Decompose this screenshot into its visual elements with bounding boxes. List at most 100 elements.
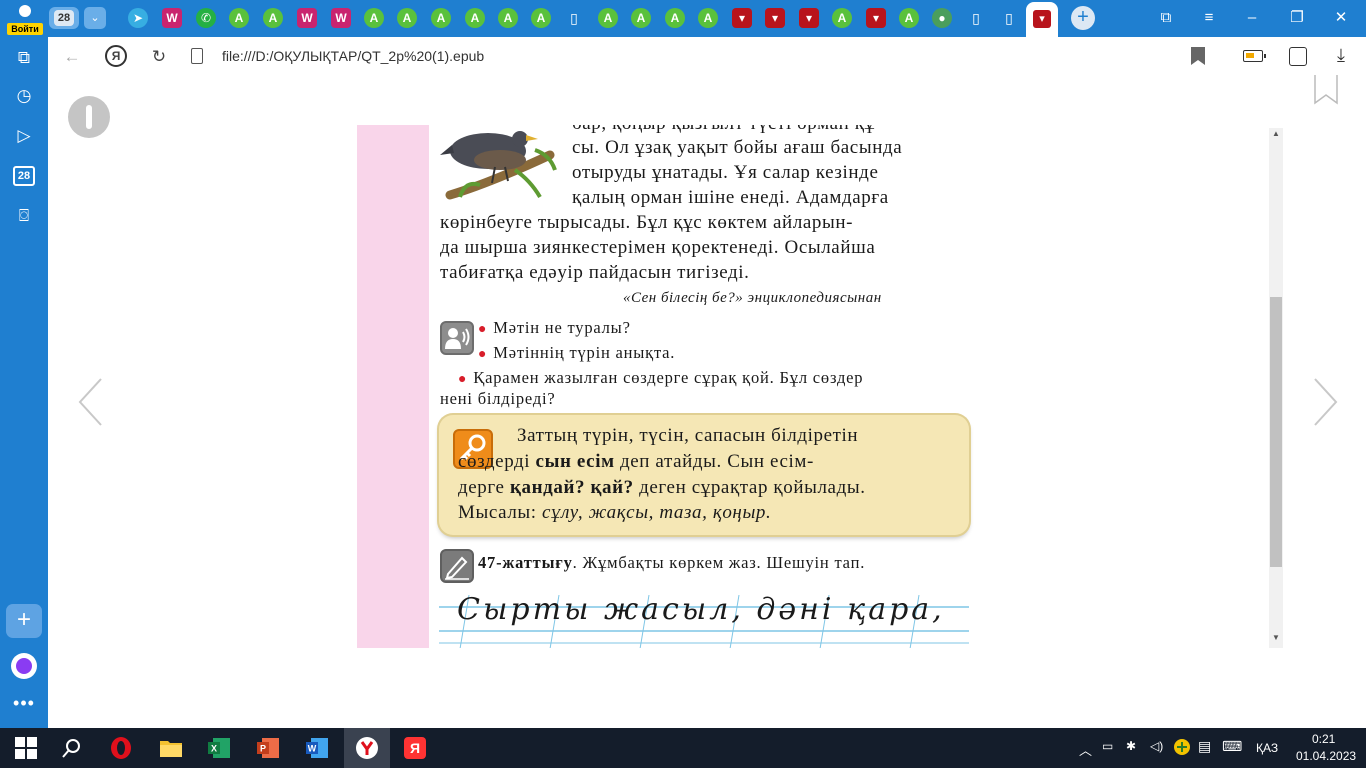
tab-active-epub[interactable]: ▾ [1026,2,1058,37]
globe-icon: ● [938,11,946,25]
close-window-button[interactable]: ✕ [1328,6,1354,30]
powerpoint-icon[interactable]: P [256,736,280,760]
paragraph-line: сы. Ол ұзақ уақыт бойы ағаш басында [572,137,903,158]
excel-icon[interactable]: X [207,736,231,760]
menu-icon[interactable]: ≡ [1196,6,1222,30]
extensions-icon[interactable] [1289,47,1307,66]
whatsapp-icon: ✆ [200,11,212,25]
tab-green-a[interactable]: A [531,8,551,28]
tab-green-a[interactable]: A [598,8,618,28]
restore-button[interactable]: ❐ [1284,6,1310,30]
reload-button[interactable]: ↻ [147,45,171,69]
tab-document[interactable]: ▯ [966,8,986,28]
security-tray-icon[interactable] [1173,738,1191,756]
word-icon[interactable]: W [305,736,329,760]
tab-pink-site[interactable]: W [297,8,317,28]
video-play-icon[interactable]: ▷ [12,124,36,148]
tab-red-reader[interactable]: ▾ [866,8,886,28]
minimize-button[interactable]: – [1239,6,1265,30]
keyboard-icon[interactable]: ⌨ [1222,738,1242,755]
notifications-icon[interactable]: ▤ [1198,738,1211,755]
more-icon[interactable]: ••• [10,693,38,714]
tab-green-a[interactable]: A [364,8,384,28]
input-language[interactable]: ҚАЗ [1256,741,1278,755]
address-bar: ← Я ↻ file:///D:/ОҚУЛЫҚТАР/QT_2р%20(1).e… [48,37,1366,77]
exercise-text: . Жұмбақты көркем жаз. Шешуін тап. [572,553,866,572]
yandex-browser-icon[interactable] [355,736,379,760]
tab-green-a[interactable]: A [698,8,718,28]
search-icon[interactable] [60,736,84,760]
calendar-icon[interactable]: 28 [13,166,35,186]
screenshot-icon[interactable]: ⌼ [12,204,36,228]
add-panel-button[interactable]: + [6,604,42,638]
windows-start-icon[interactable] [14,736,38,760]
scroll-down-arrow[interactable]: ▼ [1270,632,1282,644]
tab-green-a[interactable]: A [397,8,417,28]
tab-pink-site[interactable]: W [162,8,182,28]
history-icon[interactable]: ◷ [12,84,36,108]
clock-date[interactable]: 01.04.2023 [1296,749,1356,763]
battery-icon[interactable]: ▭ [1102,739,1113,753]
tab-green-a[interactable]: A [498,8,518,28]
tab-green-a[interactable]: A [465,8,485,28]
reader-icon: ▾ [738,11,746,25]
tab-pink-site[interactable]: W [331,8,351,28]
book-page: бар, қоңыр қызғылт түсті орман құ- сы. О… [357,125,1018,648]
tab-red-reader[interactable]: ▾ [732,8,752,28]
url-field[interactable]: file:///D:/ОҚУЛЫҚТАР/QT_2р%20(1).epub [222,48,484,64]
a-icon: A [402,11,412,25]
tab-document[interactable]: ▯ [564,8,584,28]
page-bookmark-icon[interactable] [1314,75,1338,105]
scroll-up-arrow[interactable]: ▲ [1270,128,1282,140]
epub-viewer: ▲ ▼ бар, қоңыр қызғылт түсті орман құ- с… [48,75,1366,728]
a-icon: A [503,11,513,25]
tab-globe[interactable]: ● [932,8,952,28]
tray-expand-icon[interactable]: ︿ [1079,740,1092,759]
tab-count: 28 [54,10,74,26]
a-icon: A [837,11,847,25]
avatar [19,5,31,17]
paragraph-line: қалың орман ішіне енеді. Адамдарға [572,187,889,208]
file-explorer-icon[interactable] [159,736,183,760]
volume-icon[interactable]: ◁) [1150,739,1163,753]
tab-green-a[interactable]: A [263,8,283,28]
a-icon: A [670,11,680,25]
paragraph-line: көрінбеуге тырысады. Бұл құс көктем айла… [440,212,854,233]
tab-telegram[interactable]: ➤ [128,8,148,28]
clock-time[interactable]: 0:21 [1312,732,1335,746]
pencil-icon [440,549,474,583]
alice-assistant-icon[interactable] [11,653,37,679]
collections-icon[interactable]: ⧉ [12,46,36,70]
svg-text:W: W [308,744,317,754]
back-button[interactable]: ← [60,45,84,69]
download-icon[interactable]: ⤓ [1331,45,1351,69]
question-text: Мәтіннің түрін анықта. [493,343,676,362]
wifi-icon[interactable]: ✱ [1126,739,1136,753]
reader-menu-button[interactable] [68,96,110,138]
tab-green-a[interactable]: A [229,8,249,28]
tab-document[interactable]: ▯ [999,8,1019,28]
tab-green-a[interactable]: A [665,8,685,28]
battery-saver-icon[interactable] [1243,50,1266,62]
tab-strip: Войти 28 ⌄ ➤ W ✆ A A W W A A A A A A ▯ A… [0,0,1366,37]
tab-counter-button[interactable]: 28 [49,7,79,29]
prev-page-arrow[interactable] [76,377,106,427]
opera-icon[interactable] [109,736,133,760]
a-icon: A [369,11,379,25]
yandex-icon[interactable]: Я [403,736,427,760]
new-tab-button[interactable]: + [1071,6,1095,30]
bookmark-icon[interactable] [1191,47,1205,65]
profile-button[interactable]: Войти [6,2,44,36]
tab-whatsapp[interactable]: ✆ [196,8,216,28]
tabs-overview-icon[interactable]: ⧉ [1153,6,1179,30]
tab-green-a[interactable]: A [431,8,451,28]
tab-green-a[interactable]: A [631,8,651,28]
tab-red-reader[interactable]: ▾ [765,8,785,28]
next-page-arrow[interactable] [1310,377,1340,427]
scrollbar-thumb[interactable] [1270,297,1282,567]
tab-green-a[interactable]: A [832,8,852,28]
yandex-home-button[interactable]: Я [105,45,129,69]
chevron-down-icon[interactable]: ⌄ [84,7,106,29]
tab-green-a[interactable]: A [899,8,919,28]
tab-red-reader[interactable]: ▾ [799,8,819,28]
